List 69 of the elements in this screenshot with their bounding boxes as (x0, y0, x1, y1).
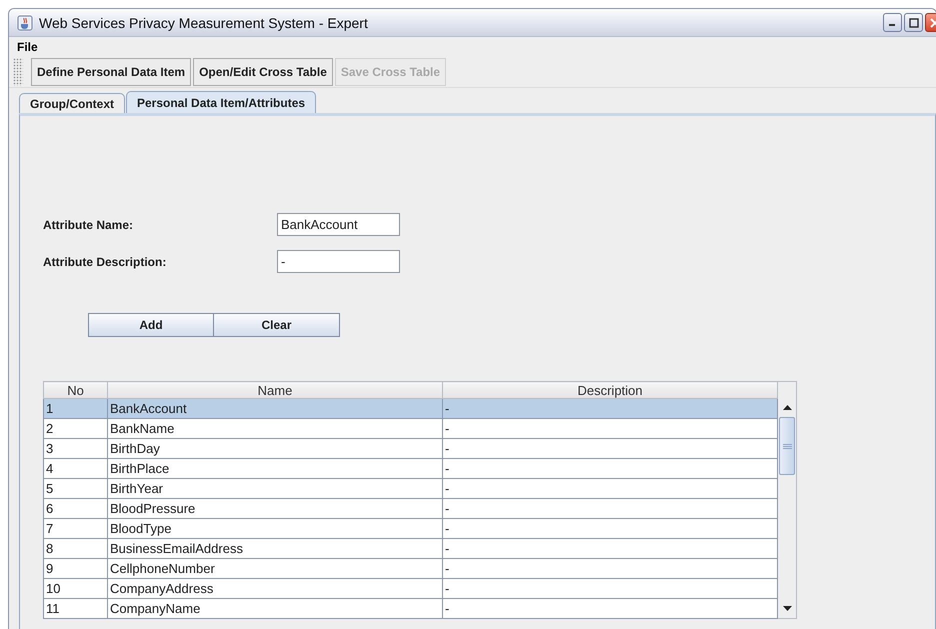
maximize-button[interactable] (904, 13, 923, 32)
scroll-down-icon[interactable] (782, 606, 792, 611)
tab[interactable]: Personal Data Item/Attributes (126, 91, 316, 113)
table-cell: BloodType (108, 518, 442, 538)
table-cell: BankName (108, 418, 442, 438)
scrollbar[interactable] (778, 381, 797, 619)
scroll-up-icon[interactable] (782, 405, 792, 410)
table-cell: BusinessEmailAddress (108, 538, 442, 558)
table-row[interactable]: 4 BirthPlace - (44, 458, 778, 478)
menu-item[interactable]: File (13, 40, 42, 54)
table-cell: BirthYear (108, 478, 442, 498)
field-label: Attribute Name: (43, 218, 134, 232)
table-cell: BirthDay (108, 438, 442, 458)
table-cell: - (442, 578, 778, 598)
table-cell: - (442, 398, 778, 418)
toolbar-grip[interactable] (13, 58, 23, 86)
table-row[interactable]: 10 CompanyAddress - (44, 578, 778, 598)
scroll-thumb[interactable] (779, 417, 795, 475)
table-cell: 1 (44, 398, 108, 418)
table-row[interactable]: 11 CompanyName - (44, 598, 778, 618)
tab[interactable]: Group/Context (19, 93, 125, 113)
toolbar-button[interactable]: Open/Edit Cross Table (193, 58, 333, 86)
table-row[interactable]: 1 BankAccount - (44, 398, 778, 418)
table-cell: - (442, 598, 778, 618)
table-cell: - (442, 518, 778, 538)
table-cell: BankAccount (108, 398, 442, 418)
action-button[interactable]: Add (88, 313, 214, 337)
table-cell: 4 (44, 458, 108, 478)
table-cell: 8 (44, 538, 108, 558)
table-cell: - (442, 458, 778, 478)
table-cell: 9 (44, 558, 108, 578)
action-button[interactable]: Clear (214, 313, 340, 337)
table-cell: 6 (44, 498, 108, 518)
table-cell: - (442, 538, 778, 558)
table-cell: - (442, 418, 778, 438)
minimize-button[interactable] (883, 13, 902, 32)
table-row[interactable]: 6 BloodPressure - (44, 498, 778, 518)
table-cell: 2 (44, 418, 108, 438)
input-field[interactable]: - (277, 250, 400, 273)
table-cell: CellphoneNumber (108, 558, 442, 578)
cup-icon (17, 14, 33, 30)
toolbar-button[interactable]: Define Personal Data Item (31, 58, 192, 86)
table-cell: - (442, 498, 778, 518)
table-cell: 7 (44, 518, 108, 538)
table-cell: 3 (44, 438, 108, 458)
table-cell: BirthPlace (108, 458, 442, 478)
table-row[interactable]: 8 BusinessEmailAddress - (44, 538, 778, 558)
table-row[interactable]: 5 BirthYear - (44, 478, 778, 498)
column-header[interactable]: Description (442, 382, 778, 398)
table-row[interactable]: 9 CellphoneNumber - (44, 558, 778, 578)
table-row[interactable]: 7 BloodType - (44, 518, 778, 538)
table-cell: - (442, 558, 778, 578)
table-row[interactable]: 2 BankName - (44, 418, 778, 438)
field-label: Attribute Description: (43, 254, 168, 268)
window-title: Web Services Privacy Measurement System - Expert (39, 14, 368, 30)
grip-icon (782, 444, 792, 448)
column-header[interactable]: Name (108, 382, 442, 398)
table-cell: 10 (44, 578, 108, 598)
table-cell: 5 (44, 478, 108, 498)
column-header[interactable]: No (44, 382, 108, 398)
input-field[interactable]: BankAccount (277, 213, 400, 236)
table-cell: CompanyName (108, 598, 442, 618)
table-cell: CompanyAddress (108, 578, 442, 598)
table-row[interactable]: 3 BirthDay - (44, 438, 778, 458)
table-cell: 11 (44, 598, 108, 618)
maximize-icon (908, 18, 918, 28)
table-cell: - (442, 438, 778, 458)
table-cell: BloodPressure (108, 498, 442, 518)
table-cell: - (442, 478, 778, 498)
